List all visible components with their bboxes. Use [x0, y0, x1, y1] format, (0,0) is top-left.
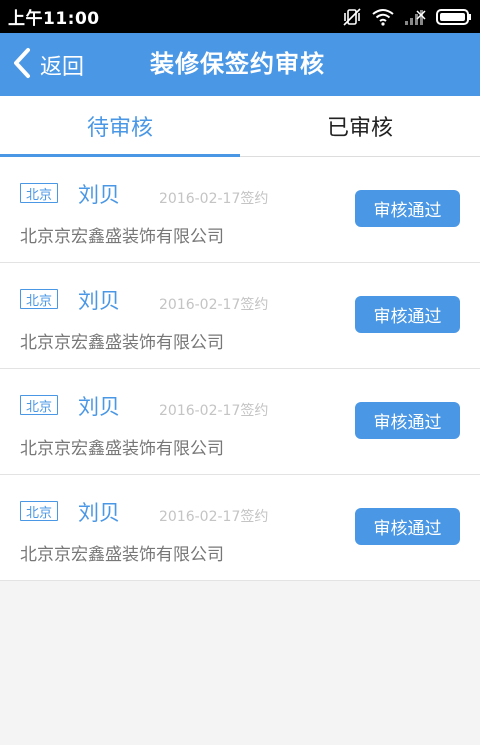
company-name: 北京京宏鑫盛装饰有限公司 [20, 439, 224, 459]
list-item[interactable]: 北京 刘贝 2016-02-17签约 北京京宏鑫盛装饰有限公司 审核通过 [0, 475, 480, 581]
record-list: 北京 刘贝 2016-02-17签约 北京京宏鑫盛装饰有限公司 审核通过 北京 … [0, 157, 480, 581]
customer-name: 刘贝 [78, 289, 120, 313]
sign-date: 2016-02-17签约 [159, 403, 269, 419]
company-name: 北京京宏鑫盛装饰有限公司 [20, 333, 224, 353]
tab-bar: 待审核 已审核 [0, 96, 480, 157]
city-tag: 北京 [20, 289, 58, 309]
chevron-left-icon [12, 47, 32, 83]
city-tag: 北京 [20, 395, 58, 415]
tab-pending[interactable]: 待审核 [0, 96, 240, 157]
vibrate-icon [342, 7, 362, 27]
customer-name: 刘贝 [78, 501, 120, 525]
approve-button[interactable]: 审核通过 [355, 402, 460, 439]
list-item[interactable]: 北京 刘贝 2016-02-17签约 北京京宏鑫盛装饰有限公司 审核通过 [0, 369, 480, 475]
status-icons [342, 7, 472, 27]
company-name: 北京京宏鑫盛装饰有限公司 [20, 227, 224, 247]
approve-button[interactable]: 审核通过 [355, 508, 460, 545]
battery-icon [436, 8, 472, 26]
city-tag: 北京 [20, 501, 58, 521]
sign-date: 2016-02-17签约 [159, 509, 269, 525]
nav-bar: 返回 装修保签约审核 [0, 33, 480, 96]
approve-button[interactable]: 审核通过 [355, 296, 460, 333]
sign-date: 2016-02-17签约 [159, 297, 269, 313]
list-item[interactable]: 北京 刘贝 2016-02-17签约 北京京宏鑫盛装饰有限公司 审核通过 [0, 263, 480, 369]
back-label: 返回 [40, 54, 85, 80]
status-bar: 上午11:00 [0, 0, 480, 33]
list-item[interactable]: 北京 刘贝 2016-02-17签约 北京京宏鑫盛装饰有限公司 审核通过 [0, 157, 480, 263]
customer-name: 刘贝 [78, 395, 120, 419]
city-tag: 北京 [20, 183, 58, 203]
company-name: 北京京宏鑫盛装饰有限公司 [20, 545, 224, 565]
approve-button[interactable]: 审核通过 [355, 190, 460, 227]
tab-reviewed[interactable]: 已审核 [240, 96, 480, 156]
wifi-icon [372, 8, 394, 26]
back-button[interactable]: 返回 [12, 33, 84, 96]
signal-icon [404, 8, 426, 26]
customer-name: 刘贝 [78, 183, 120, 207]
page-title: 装修保签约审核 [150, 50, 325, 78]
status-time: 上午11:00 [8, 9, 100, 29]
sign-date: 2016-02-17签约 [159, 191, 269, 207]
